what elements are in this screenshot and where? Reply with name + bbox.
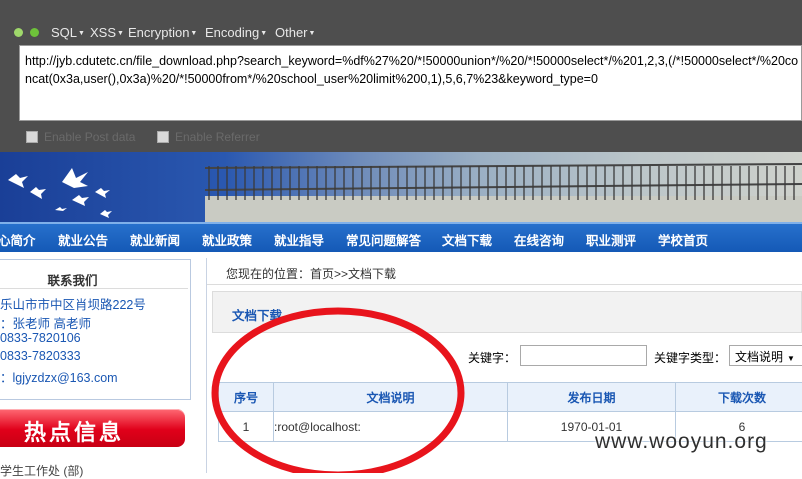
- keyword-type-label: 关键字类型：: [654, 349, 726, 366]
- url-text[interactable]: http://jyb.cdutetc.cn/file_download.php?…: [25, 52, 801, 88]
- contact-phone-2: 0833-7820333: [0, 349, 81, 363]
- header-date: 发布日期: [508, 383, 676, 412]
- header-index: 序号: [219, 383, 274, 412]
- cell-index: 1: [219, 412, 274, 442]
- menu-sql[interactable]: SQL▼: [51, 25, 85, 40]
- nav-item-center-intro[interactable]: 心简介: [0, 230, 36, 249]
- fence-image: [205, 160, 802, 222]
- header-description: 文档说明: [274, 383, 508, 412]
- breadcrumb: 您现在的位置：首页>>文档下载: [226, 265, 396, 282]
- chevron-down-icon: ▼: [190, 30, 197, 37]
- menu-encoding[interactable]: Encoding▼: [205, 25, 267, 40]
- url-textarea[interactable]: http://jyb.cdutetc.cn/file_download.php?…: [19, 45, 802, 121]
- nav-item-guidance[interactable]: 就业指导: [274, 230, 324, 249]
- watermark-text: www.wooyun.org: [595, 430, 768, 454]
- keyword-input[interactable]: [520, 345, 647, 366]
- section-header: [212, 291, 802, 333]
- load-url-icon[interactable]: [14, 28, 23, 37]
- nav-item-news[interactable]: 就业新闻: [130, 230, 180, 249]
- header-downloads: 下载次数: [676, 383, 802, 412]
- cell-description[interactable]: :root@localhost:: [274, 412, 508, 442]
- hot-info-label: 热点信息: [24, 415, 124, 447]
- site-banner: [0, 152, 802, 222]
- nav-item-assessment[interactable]: 职业测评: [586, 230, 636, 249]
- chevron-down-icon: ▼: [78, 30, 85, 37]
- enable-post-checkbox[interactable]: [26, 131, 38, 143]
- keyword-type-select[interactable]: 文档说明▼: [729, 345, 802, 366]
- chevron-down-icon: ▼: [309, 30, 316, 37]
- keyword-label: 关键字：: [468, 349, 516, 366]
- contact-title: 联系我们: [0, 270, 145, 289]
- menu-other[interactable]: Other▼: [275, 25, 315, 40]
- execute-icon[interactable]: [30, 28, 39, 37]
- chevron-down-icon: ▼: [260, 30, 267, 37]
- chevron-down-icon: ▼: [117, 30, 124, 37]
- nav-item-school-home[interactable]: 学校首页: [658, 230, 708, 249]
- nav-item-downloads[interactable]: 文档下载: [442, 230, 492, 249]
- enable-post-label: Enable Post data: [44, 130, 135, 144]
- contact-address: 乐山市市中区肖坝路222号: [0, 294, 146, 313]
- contact-person: ：张老师 高老师: [0, 313, 91, 332]
- nav-item-policy[interactable]: 就业政策: [202, 230, 252, 249]
- nav-item-announcements[interactable]: 就业公告: [58, 230, 108, 249]
- contact-phone-1: 0833-7820106: [0, 331, 81, 345]
- table-header-row: 序号 文档说明 发布日期 下载次数: [219, 383, 802, 412]
- hackbar-toolbar: SQL▼ XSS▼ Encryption▼ Encoding▼ Other▼: [0, 22, 802, 44]
- left-bottom-text: 学生工作处 (部): [0, 462, 83, 479]
- doves-image: [0, 152, 205, 222]
- divider: [207, 284, 802, 285]
- contact-email: ：lgjyzdzx@163.com: [0, 367, 118, 386]
- enable-referrer-label: Enable Referrer: [175, 130, 260, 144]
- main-nav: 心简介 就业公告 就业新闻 就业政策 就业指导 常见问题解答 文档下载 在线咨询…: [0, 222, 802, 252]
- menu-encryption[interactable]: Encryption▼: [128, 25, 197, 40]
- menu-xss[interactable]: XSS▼: [90, 25, 124, 40]
- section-title: 文档下载: [232, 305, 282, 324]
- nav-item-consult[interactable]: 在线咨询: [514, 230, 564, 249]
- chevron-down-icon: ▼: [787, 354, 795, 363]
- nav-item-faq[interactable]: 常见问题解答: [346, 230, 421, 249]
- enable-referrer-checkbox[interactable]: [157, 131, 169, 143]
- divider: [0, 288, 188, 289]
